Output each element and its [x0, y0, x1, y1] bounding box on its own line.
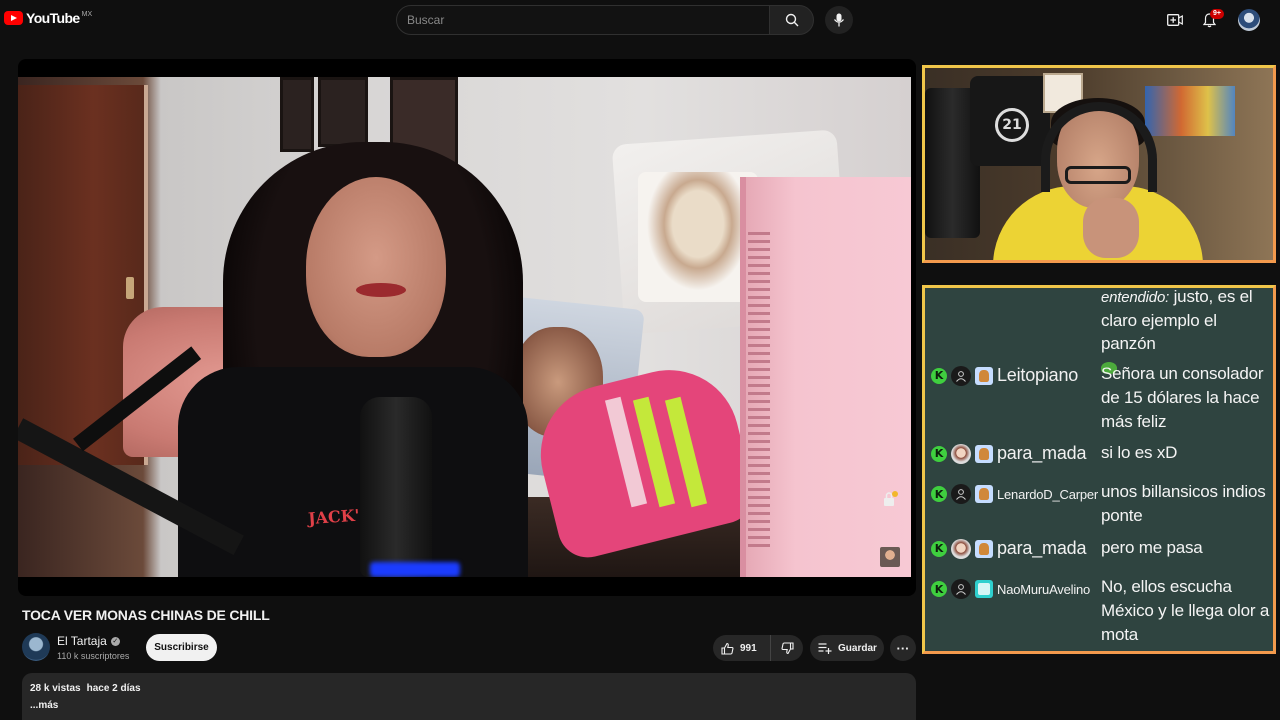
channel-avatar[interactable] [22, 633, 50, 661]
mic-icon [833, 13, 845, 27]
show-more-link[interactable]: ...más [30, 700, 908, 711]
lips [356, 283, 406, 297]
more-actions-button[interactable]: ··· [890, 635, 916, 661]
chat-username: NaoMuruAvelino [997, 581, 1091, 597]
chat-badges: K LenardoD_Carper [931, 484, 1098, 504]
account-avatar[interactable] [1238, 9, 1260, 31]
user-avatar-icon [951, 538, 971, 559]
description-box[interactable]: 28 k vistas hace 2 días ...más [22, 673, 916, 720]
wall-frame [280, 77, 314, 152]
dislike-button[interactable] [771, 635, 803, 661]
door-handle [126, 277, 134, 299]
view-count: 28 k vistas [30, 683, 81, 694]
chat-message-text: unos billansicos indios ponte [1101, 482, 1266, 525]
chat-username: para_mada [997, 443, 1087, 463]
verified-icon: ✓ [110, 636, 120, 646]
youtube-play-icon [4, 11, 23, 25]
channel-name[interactable]: El Tartaja ✓ [57, 634, 120, 648]
top-bar: YouTube MX 9+ [0, 0, 1280, 40]
description-meta: 28 k vistas hace 2 días [30, 683, 908, 694]
subscribe-button[interactable]: Suscribirse [146, 634, 217, 661]
chat-badges: K para_mada [931, 443, 1086, 464]
create-button[interactable] [1164, 9, 1186, 31]
chat-message-text: No, ellos escucha México y le llega olor… [1101, 577, 1270, 644]
chat-badges: K NaoMuruAvelino [931, 579, 1090, 599]
subscriber-badge-icon [975, 580, 993, 598]
wall-frame [318, 77, 368, 147]
thumbs-down-icon [780, 641, 794, 654]
chat-username: entendido: [1101, 289, 1170, 306]
chat-badges: K Leitopiano [931, 365, 1078, 386]
like-button[interactable]: 991 [713, 635, 771, 661]
search-input[interactable] [397, 6, 769, 34]
create-icon [1167, 14, 1183, 26]
video-title: TOCA VER MONAS CHINAS DE CHILL [22, 607, 270, 623]
microphone [360, 397, 432, 577]
glasses [1065, 166, 1131, 184]
logo-text: YouTube [26, 10, 80, 26]
kick-badge-icon: K [931, 581, 947, 597]
corner-thumbnail [880, 547, 900, 567]
video-frame: JACK'S [18, 77, 911, 577]
kick-badge-icon: K [931, 445, 947, 462]
poster-number: 21 [995, 108, 1029, 142]
like-count: 991 [740, 642, 757, 654]
chat-message-text: si lo es xD [1101, 443, 1178, 462]
subscriber-badge-icon [975, 539, 993, 558]
lock-icon [884, 491, 898, 506]
search-icon [785, 13, 798, 27]
video-player[interactable]: JACK'S [18, 59, 916, 596]
subscriber-badge-icon [975, 444, 993, 463]
shelf-figures [1145, 86, 1235, 136]
kick-badge-icon: K [931, 486, 947, 502]
chat-username: para_mada [997, 538, 1087, 558]
user-avatar-icon [951, 443, 971, 464]
subscriber-badge-icon [975, 366, 993, 385]
chat-message-text: pero me pasa [1101, 538, 1203, 557]
user-avatar-icon [951, 484, 971, 504]
webcam-overlay: 21 [922, 65, 1276, 263]
like-dislike-group: 991 [713, 635, 803, 661]
user-avatar-icon [951, 579, 971, 599]
country-code: MX [81, 11, 93, 18]
search-box[interactable] [396, 5, 770, 35]
youtube-logo[interactable]: YouTube MX [4, 11, 92, 26]
subscriber-count: 110 k suscriptores [57, 651, 130, 661]
notification-badge: 9+ [1210, 9, 1224, 19]
pc-vent [748, 227, 770, 547]
voice-search-button[interactable] [825, 6, 853, 34]
search-button[interactable] [769, 5, 814, 35]
chat-username: LenardoD_Carper [997, 486, 1099, 502]
subscriber-badge-icon [975, 485, 993, 503]
streamer-hand [1083, 198, 1139, 258]
save-label: Guardar [838, 642, 877, 654]
mic-glow [370, 562, 460, 577]
thumbs-up-icon [721, 642, 734, 655]
chat-username: Leitopiano [997, 365, 1079, 385]
save-button[interactable]: Guardar [810, 635, 884, 661]
face [306, 177, 446, 357]
playlist-add-icon [818, 643, 832, 654]
user-avatar-icon [951, 365, 971, 386]
upload-date: hace 2 días [86, 683, 141, 694]
chat-overlay: entendido: justo, es el claro ejemplo el… [922, 285, 1276, 654]
channel-name-text[interactable]: El Tartaja [57, 634, 107, 648]
kick-badge-icon: K [931, 367, 947, 384]
kick-badge-icon: K [931, 540, 947, 557]
chat-message-text: Señora un consolador de 15 dólares la ha… [1101, 364, 1264, 431]
chat-badges: K para_mada [931, 538, 1086, 559]
